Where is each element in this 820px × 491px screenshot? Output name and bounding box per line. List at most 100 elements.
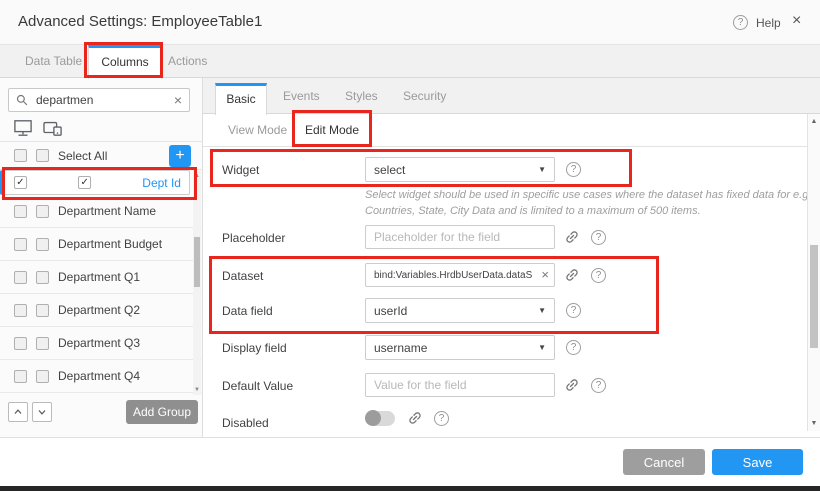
panel-scrollbar[interactable]: ▲ ▼ <box>807 114 820 431</box>
tab-actions[interactable]: Actions <box>168 45 207 78</box>
cancel-button[interactable]: Cancel <box>623 449 705 475</box>
chevron-up-icon <box>12 406 24 418</box>
column-row[interactable]: Department Name <box>0 195 203 228</box>
checkbox[interactable] <box>14 337 27 350</box>
select-all-label: Select All <box>58 149 107 163</box>
widget-label: Widget <box>222 163 259 177</box>
checkbox[interactable] <box>14 271 27 284</box>
checkbox[interactable] <box>36 205 49 218</box>
move-down-button[interactable] <box>32 402 52 422</box>
dataset-input[interactable] <box>365 263 555 287</box>
bind-link-icon[interactable] <box>564 229 580 245</box>
search-clear-icon[interactable]: × <box>174 93 182 107</box>
move-up-button[interactable] <box>8 402 28 422</box>
column-row[interactable]: Department Q2 <box>0 294 203 327</box>
default-value-label: Default Value <box>222 379 293 393</box>
device-toggle-row <box>0 115 203 142</box>
disabled-help-icon[interactable]: ? <box>434 411 449 426</box>
dialog-header: Advanced Settings: EmployeeTable1 ? Help… <box>0 0 820 45</box>
checkbox[interactable] <box>14 370 27 383</box>
placeholder-label: Placeholder <box>222 231 285 245</box>
dialog-footer: Cancel Save <box>0 437 820 486</box>
tab-data-table[interactable]: Data Table <box>25 45 82 78</box>
window-bottom-edge <box>0 486 820 491</box>
scroll-down-icon[interactable]: ▼ <box>193 387 201 393</box>
data-field-select[interactable]: userId ▼ <box>365 298 555 323</box>
placeholder-input[interactable] <box>365 225 555 249</box>
checkbox[interactable] <box>36 337 49 350</box>
column-row[interactable]: Department Budget <box>0 228 203 261</box>
list-scrollbar[interactable]: ▲ ▼ <box>193 171 201 395</box>
add-column-button[interactable]: + <box>169 145 191 167</box>
tab-view-mode[interactable]: View Mode <box>228 114 287 147</box>
mode-tab-bar: View Mode Edit Mode <box>203 114 820 147</box>
add-group-button[interactable]: Add Group <box>126 400 198 424</box>
widget-help-icon[interactable]: ? <box>566 162 581 177</box>
scroll-down-icon[interactable]: ▼ <box>808 420 820 427</box>
bind-link-icon[interactable] <box>564 267 580 283</box>
mobile-tablet-icon[interactable] <box>42 119 64 137</box>
select-all-checkbox-2[interactable] <box>36 149 49 162</box>
checkbox[interactable] <box>36 238 49 251</box>
column-row[interactable]: Department Q3 <box>0 327 203 360</box>
checkbox[interactable] <box>36 370 49 383</box>
checkbox-checked[interactable]: ✓ <box>14 176 27 189</box>
dataset-help-icon[interactable]: ? <box>591 268 606 283</box>
disabled-toggle[interactable] <box>365 411 395 426</box>
panel-tab-bar: Basic Events Styles Security <box>203 78 820 114</box>
widget-select[interactable]: select ▼ <box>365 157 555 182</box>
dataset-clear-icon[interactable]: × <box>541 267 549 282</box>
column-label[interactable]: Department Q2 <box>58 303 140 317</box>
column-label[interactable]: Department Name <box>58 204 156 218</box>
column-label[interactable]: Department Q4 <box>58 369 140 383</box>
checkbox-checked[interactable]: ✓ <box>78 176 91 189</box>
checkbox[interactable] <box>14 238 27 251</box>
search-icon <box>16 94 28 106</box>
tab-basic[interactable]: Basic <box>215 83 267 115</box>
chevron-down-icon: ▼ <box>538 306 546 315</box>
select-all-checkbox-1[interactable] <box>14 149 27 162</box>
tab-styles[interactable]: Styles <box>345 78 378 114</box>
disabled-row: Disabled ? <box>203 410 803 436</box>
column-row[interactable]: Department Q1 <box>0 261 203 294</box>
checkbox[interactable] <box>36 304 49 317</box>
bind-link-icon[interactable] <box>407 410 423 426</box>
tab-security[interactable]: Security <box>403 78 446 114</box>
scrollbar-thumb[interactable] <box>810 245 818 348</box>
display-field-select[interactable]: username ▼ <box>365 335 555 360</box>
checkbox[interactable] <box>14 205 27 218</box>
desktop-icon[interactable] <box>13 119 33 137</box>
tab-columns[interactable]: Columns <box>88 45 162 79</box>
column-label[interactable]: Department Budget <box>58 237 162 251</box>
tab-events[interactable]: Events <box>283 78 320 114</box>
column-search-box: × <box>8 88 190 112</box>
column-row-dept-id[interactable]: ✓ ✓ Dept Id <box>0 170 190 195</box>
help-link[interactable]: Help <box>756 16 781 30</box>
column-label[interactable]: Department Q3 <box>58 336 140 350</box>
close-icon[interactable]: × <box>792 12 801 30</box>
default-value-input[interactable] <box>365 373 555 397</box>
chevron-down-icon: ▼ <box>538 165 546 174</box>
search-input[interactable] <box>34 92 168 108</box>
scroll-up-icon[interactable]: ▲ <box>193 173 201 179</box>
data-field-label: Data field <box>222 304 273 318</box>
widget-row: Widget select ▼ ? <box>203 157 803 183</box>
display-field-help-icon[interactable]: ? <box>566 340 581 355</box>
checkbox[interactable] <box>14 304 27 317</box>
bind-link-icon[interactable] <box>564 377 580 393</box>
save-button[interactable]: Save <box>712 449 803 475</box>
column-row[interactable]: Department Q4 <box>0 360 203 393</box>
placeholder-help-icon[interactable]: ? <box>591 230 606 245</box>
widget-select-value: select <box>374 163 405 177</box>
column-label[interactable]: Department Q1 <box>58 270 140 284</box>
checkbox[interactable] <box>36 271 49 284</box>
scroll-up-icon[interactable]: ▲ <box>808 118 820 125</box>
tab-edit-mode[interactable]: Edit Mode <box>305 114 359 147</box>
dataset-label: Dataset <box>222 269 263 283</box>
help-icon[interactable]: ? <box>733 15 748 30</box>
default-value-help-icon[interactable]: ? <box>591 378 606 393</box>
column-settings-panel: Basic Events Styles Security View Mode E… <box>203 78 820 437</box>
data-field-help-icon[interactable]: ? <box>566 303 581 318</box>
column-label[interactable]: Dept Id <box>142 176 181 190</box>
scrollbar-thumb[interactable] <box>194 237 200 287</box>
